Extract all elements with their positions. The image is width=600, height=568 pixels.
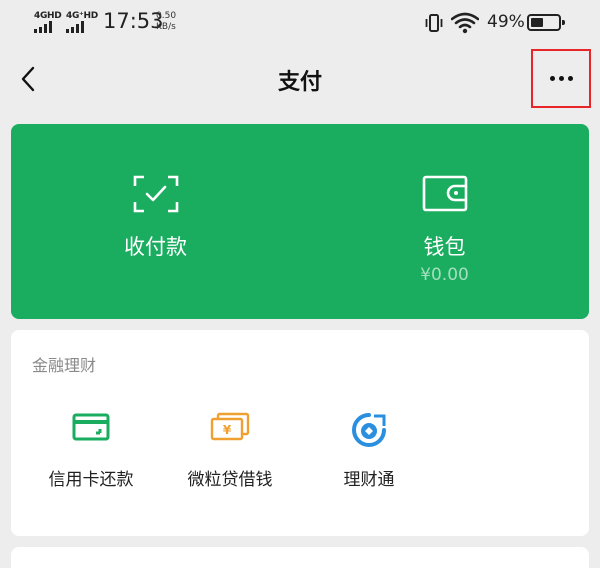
wallet-icon bbox=[422, 175, 467, 212]
network-speed-unit: KB/s bbox=[156, 22, 176, 32]
sim1-label: 4GHD bbox=[34, 11, 62, 21]
svg-text:¥: ¥ bbox=[223, 423, 232, 437]
more-dot bbox=[567, 76, 573, 81]
network-speed: 0.50 KB/s bbox=[156, 11, 176, 33]
more-button[interactable] bbox=[531, 49, 591, 108]
licaitong-button[interactable]: 理财通 bbox=[309, 412, 429, 502]
finance-section: 金融理财 信用卡还款 ¥ 微粒贷借钱 理财通 bbox=[11, 330, 589, 536]
weilidai-loan-button[interactable]: ¥ 微粒贷借钱 bbox=[170, 412, 290, 502]
finance-section-title: 金融理财 bbox=[32, 356, 97, 375]
receive-pay-button[interactable]: 收付款 bbox=[11, 124, 300, 319]
receive-pay-label: 收付款 bbox=[124, 235, 187, 259]
more-dot bbox=[549, 76, 555, 81]
wifi-icon bbox=[451, 12, 479, 34]
vibrate-icon bbox=[425, 14, 443, 32]
wallet-label: 钱包 bbox=[423, 235, 466, 259]
wallet-balance: ¥0.00 bbox=[420, 265, 469, 285]
banknote-icon: ¥ bbox=[210, 412, 250, 441]
signal-bars-icon bbox=[66, 21, 84, 33]
sim2-label: 4G⁺HD bbox=[66, 11, 98, 21]
credit-card-repay-label: 信用卡还款 bbox=[48, 470, 134, 490]
battery-percent: 49% bbox=[487, 12, 525, 32]
screen: 4GHD 4G⁺HD 17:53 0.50 KB/s 49% 支付 收付款 钱包… bbox=[0, 0, 600, 568]
page-title: 支付 bbox=[277, 70, 322, 95]
battery-icon bbox=[527, 14, 565, 31]
title-bar: 支付 bbox=[0, 46, 600, 112]
signal-bars-icon bbox=[34, 21, 52, 33]
weilidai-loan-label: 微粒贷借钱 bbox=[187, 470, 273, 490]
licaitong-label: 理财通 bbox=[343, 470, 395, 490]
next-section bbox=[11, 547, 589, 568]
status-bar: 4GHD 4G⁺HD 17:53 0.50 KB/s 49% bbox=[0, 0, 600, 46]
clock: 17:53 bbox=[103, 9, 164, 33]
pay-card: 收付款 钱包 ¥0.00 bbox=[11, 124, 589, 319]
wallet-button[interactable]: 钱包 ¥0.00 bbox=[300, 124, 589, 319]
network-speed-value: 0.50 bbox=[156, 11, 177, 21]
scan-check-icon bbox=[133, 175, 178, 213]
licaitong-icon bbox=[352, 413, 386, 447]
credit-card-repay-button[interactable]: 信用卡还款 bbox=[31, 412, 151, 502]
credit-card-icon bbox=[72, 413, 110, 441]
more-dot bbox=[558, 76, 564, 81]
